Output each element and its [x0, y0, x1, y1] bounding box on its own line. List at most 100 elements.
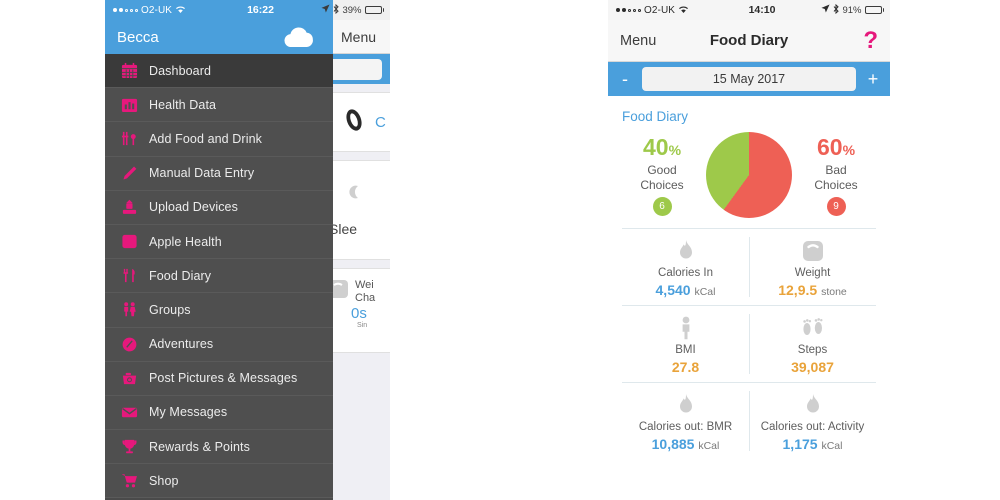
bad-choices-block: 60% Bad Choices 9: [798, 135, 874, 216]
wifi-icon: [678, 5, 689, 16]
sidebar-item-label: Shop: [149, 473, 179, 488]
sidebar-item-post-pictures-messages[interactable]: Post Pictures & Messages: [105, 361, 333, 396]
compass-icon: [119, 334, 139, 354]
stat-unit: kCal: [698, 440, 720, 452]
stat-value: 27.8: [671, 359, 700, 375]
stat-calories-out-bmr[interactable]: Calories out: BMR 10,885 kCal: [622, 383, 749, 459]
stat-weight[interactable]: Weight 12,9.5 stone: [749, 229, 876, 305]
sidebar-item-adventures[interactable]: Adventures: [105, 327, 333, 362]
choices-summary: 40% Good Choices 6 60% Bad Choices 9: [608, 126, 890, 228]
background-card-sleep-text: Slee: [329, 220, 358, 237]
right-status-right-group: 91%: [814, 3, 890, 17]
drawer-menu-list: Dashboard Health Data Add Food and Drink: [105, 54, 333, 499]
good-choices-label-1: Good: [647, 162, 677, 177]
location-arrow-icon: [821, 4, 831, 16]
stat-value: 1,175: [782, 436, 818, 452]
person-icon: [626, 314, 745, 341]
stats-row: Calories In 4,540 kCal Weight 12,9.5 sto…: [622, 228, 876, 305]
sidebar-item-label: Health Data: [149, 97, 217, 112]
shopping-cart-icon: [119, 471, 139, 491]
stat-label: Calories In: [658, 267, 713, 279]
footprints-icon: [753, 314, 872, 341]
sidebar-item-label: Apple Health: [149, 234, 222, 249]
left-status-bar: O2-UK 16:22 39%: [105, 0, 390, 20]
wristband-icon: [341, 107, 367, 138]
sidebar-item-my-messages[interactable]: My Messages: [105, 395, 333, 431]
next-day-button[interactable]: +: [864, 69, 882, 90]
battery-percent-label: 91%: [842, 4, 862, 16]
envelope-icon: [119, 402, 139, 422]
sidebar-item-add-food-and-drink[interactable]: Add Food and Drink: [105, 122, 333, 157]
stat-value: 12,9.5: [778, 282, 818, 298]
sidebar-item-dashboard[interactable]: Dashboard: [105, 54, 333, 89]
sidebar-item-food-diary[interactable]: Food Diary: [105, 259, 333, 294]
good-choices-block: 40% Good Choices 6: [624, 135, 700, 216]
good-choices-count-badge: 6: [652, 196, 672, 216]
stat-unit: kCal: [694, 286, 716, 298]
carrier-label: O2-UK: [644, 4, 676, 16]
sidebar-item-label: Post Pictures & Messages: [149, 371, 298, 386]
flame-icon: [626, 391, 745, 418]
battery-percent-label: 39%: [342, 4, 362, 16]
sidebar-item-rewards-points[interactable]: Rewards & Points: [105, 430, 333, 465]
sidebar-item-apple-health[interactable]: Apple Health: [105, 224, 333, 260]
stat-calories-in[interactable]: Calories In 4,540 kCal: [622, 229, 749, 305]
stat-steps[interactable]: Steps 39,087: [749, 306, 876, 382]
camera-icon: [119, 368, 139, 388]
stat-label: Calories out: Activity: [760, 421, 865, 433]
menu-button[interactable]: Menu: [620, 33, 656, 49]
stat-calories-out-activity[interactable]: Calories out: Activity 1,175 kCal: [749, 383, 876, 459]
good-choices-percent-symbol: %: [668, 141, 682, 158]
stats-grid: Calories In 4,540 kCal Weight 12,9.5 sto…: [608, 228, 890, 459]
date-field[interactable]: 15 May 2017: [642, 67, 856, 91]
sidebar-item-groups[interactable]: Groups: [105, 293, 333, 328]
bad-choices-label-2: Choices: [814, 177, 858, 192]
navigation-drawer: Becca Dashboard Health Data Add Food and…: [105, 20, 333, 500]
drawer-user-name: Becca: [117, 28, 159, 46]
choices-pie-chart: [706, 132, 792, 218]
bad-choices-count-badge: 9: [826, 196, 846, 216]
background-menu-button[interactable]: Menu: [341, 29, 376, 45]
background-weight-value: 0s: [351, 305, 367, 322]
calendar-icon: [119, 61, 139, 81]
good-choices-percent: 40: [642, 133, 669, 160]
sidebar-item-label: Add Food and Drink: [149, 131, 262, 146]
bluetooth-icon: [333, 3, 340, 17]
sidebar-item-label: Groups: [149, 302, 191, 317]
right-status-bar: O2-UK 14:10 91%: [608, 0, 890, 20]
left-status-right-group: 39%: [314, 3, 390, 17]
sidebar-item-shop[interactable]: Shop: [105, 464, 333, 499]
sidebar-item-label: My Messages: [149, 405, 228, 420]
stat-label: Calories out: BMR: [638, 421, 733, 433]
stat-label: BMI: [675, 344, 696, 356]
sidebar-item-label: Dashboard: [149, 63, 212, 78]
battery-icon: [364, 6, 384, 14]
previous-day-button[interactable]: -: [616, 69, 634, 90]
upload-device-icon: [119, 197, 139, 217]
flame-icon: [753, 391, 872, 418]
fork-knife-icon: [119, 266, 139, 286]
right-navbar: Menu Food Diary ?: [608, 20, 890, 62]
background-weight-title-2: Cha: [355, 292, 376, 304]
drawer-header: Becca: [105, 20, 333, 54]
people-icon: [119, 300, 139, 320]
sidebar-item-label: Rewards & Points: [149, 439, 250, 454]
sidebar-item-upload-devices[interactable]: Upload Devices: [105, 190, 333, 225]
bluetooth-icon: [833, 3, 840, 17]
battery-icon: [864, 6, 884, 14]
stat-unit: kCal: [821, 440, 843, 452]
bad-choices-percent: 60: [816, 133, 843, 160]
stat-value: 4,540: [655, 282, 691, 298]
screenshot-stage: O2-UK 16:22 39% Menu C Slee Wei Cha 0s S…: [0, 0, 1000, 500]
stat-bmi[interactable]: BMI 27.8: [622, 306, 749, 382]
sidebar-item-manual-data-entry[interactable]: Manual Data Entry: [105, 156, 333, 191]
heart-icon: [119, 232, 139, 252]
right-status-carrier-group: O2-UK: [608, 5, 726, 16]
right-phone-screen: O2-UK 14:10 91% Menu Food Diary ? - 15 M…: [608, 0, 890, 500]
bad-choices-label-1: Bad: [825, 162, 847, 177]
scale-icon: [753, 237, 872, 264]
help-button[interactable]: ?: [863, 28, 878, 53]
sidebar-item-health-data[interactable]: Health Data: [105, 88, 333, 123]
stat-label: Weight: [794, 267, 831, 279]
background-weight-sub: Sin: [357, 322, 368, 329]
